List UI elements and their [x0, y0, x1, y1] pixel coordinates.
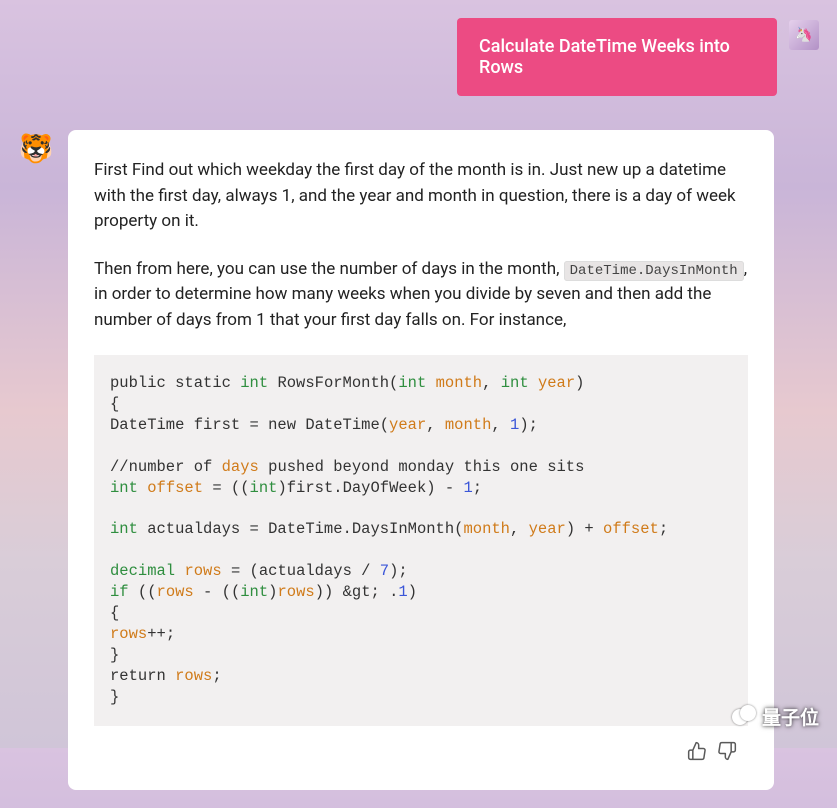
- assistant-avatar[interactable]: 🐯: [18, 130, 54, 166]
- assistant-avatar-emoji: 🐯: [19, 132, 54, 165]
- assistant-message-row: 🐯 First Find out which weekday the first…: [18, 130, 819, 790]
- inline-code: DateTime.DaysInMonth: [564, 261, 744, 281]
- user-avatar-emoji: 🦄: [795, 27, 812, 43]
- watermark-icon: [732, 705, 756, 729]
- p2-prefix: Then from here, you can use the number o…: [94, 259, 564, 279]
- assistant-paragraph-2: Then from here, you can use the number o…: [94, 257, 748, 334]
- thumbs-down-icon[interactable]: [716, 740, 738, 762]
- feedback-row: [94, 740, 738, 762]
- assistant-paragraph-1: First Find out which weekday the first d…: [94, 158, 748, 235]
- watermark-text: 量子位: [762, 703, 819, 730]
- code-block: public static int RowsForMonth(int month…: [94, 355, 748, 726]
- thumbs-up-icon[interactable]: [686, 740, 708, 762]
- assistant-message-bubble: First Find out which weekday the first d…: [68, 130, 774, 790]
- chat-area: Calculate DateTime Weeks into Rows 🦄 🐯 F…: [0, 0, 837, 808]
- watermark: 量子位: [732, 703, 819, 730]
- user-message-text: Calculate DateTime Weeks into Rows: [479, 36, 730, 78]
- user-avatar[interactable]: 🦄: [789, 20, 819, 50]
- user-message-row: Calculate DateTime Weeks into Rows 🦄: [18, 18, 819, 96]
- user-message-bubble: Calculate DateTime Weeks into Rows: [457, 18, 777, 96]
